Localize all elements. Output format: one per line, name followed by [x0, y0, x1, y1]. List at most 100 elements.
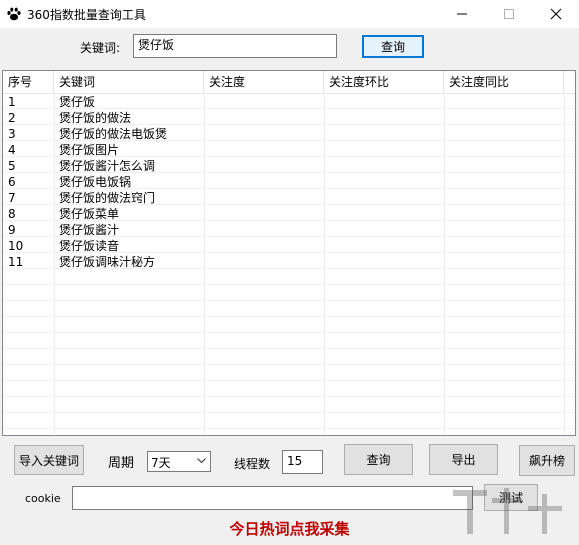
cookie-input[interactable]	[72, 486, 473, 510]
table-row[interactable]: 9 煲仔饭酱汁	[3, 222, 575, 238]
cell-attention-yoy	[444, 158, 575, 174]
chevron-down-icon	[197, 458, 206, 464]
table-row[interactable]: 4 煲仔饭图片	[3, 142, 575, 158]
cell-attention	[204, 110, 324, 126]
cell-attention	[204, 254, 324, 270]
header-attention-yoy[interactable]: 关注度同比	[444, 71, 564, 93]
close-button[interactable]	[533, 0, 579, 28]
cell-attention-mom	[324, 222, 444, 238]
cell-keyword: 煲仔饭的做法窍门	[59, 191, 156, 205]
cell-attention-yoy	[444, 174, 575, 190]
cell-attention	[204, 222, 324, 238]
grid-row-line	[3, 412, 575, 413]
header-attention-mom[interactable]: 关注度环比	[324, 71, 444, 93]
table-row[interactable]: 2 煲仔饭的做法	[3, 110, 575, 126]
grid-row-line	[3, 332, 575, 333]
paw-icon	[7, 7, 21, 21]
export-button[interactable]: 导出	[429, 444, 498, 475]
table-row[interactable]: 5 煲仔饭酱汁怎么调	[3, 158, 575, 174]
cell-attention-mom	[324, 94, 444, 110]
grid-row-line	[3, 284, 575, 285]
cell-attention-mom	[324, 126, 444, 142]
cell-index: 11	[8, 255, 24, 269]
title-bar: 360指数批量查询工具	[0, 0, 579, 28]
query-button[interactable]: 查询	[344, 444, 413, 475]
threads-label: 线程数	[234, 457, 271, 471]
cell-attention-yoy	[444, 94, 575, 110]
watermark-logo	[453, 488, 562, 534]
cell-attention-mom	[324, 238, 444, 254]
cell-keyword: 煲仔饭酱汁	[59, 223, 120, 237]
cell-index: 4	[8, 143, 16, 157]
cell-attention-mom	[324, 206, 444, 222]
cell-attention-mom	[324, 174, 444, 190]
cell-attention-mom	[324, 190, 444, 206]
cell-keyword: 煲仔饭菜单	[59, 207, 120, 221]
maximize-button[interactable]	[486, 0, 532, 28]
cell-index: 3	[8, 127, 16, 141]
table-row[interactable]: 11 煲仔饭调味汁秘方	[3, 254, 575, 270]
minimize-icon	[457, 13, 467, 15]
header-attention[interactable]: 关注度	[204, 71, 324, 93]
cell-attention	[204, 238, 324, 254]
cell-attention-yoy	[444, 142, 575, 158]
maximize-icon	[504, 9, 514, 19]
minimize-button[interactable]	[439, 0, 485, 28]
grid-row-line	[3, 364, 575, 365]
cell-attention	[204, 174, 324, 190]
keyword-label: 关键词:	[80, 41, 121, 55]
table-row[interactable]: 10 煲仔饭读音	[3, 238, 575, 254]
cell-index: 2	[8, 111, 16, 125]
cell-attention	[204, 158, 324, 174]
table-row[interactable]: 1 煲仔饭	[3, 94, 575, 110]
cell-keyword: 煲仔饭电饭锅	[59, 175, 132, 189]
cell-attention	[204, 126, 324, 142]
header-index[interactable]: 序号	[3, 71, 54, 93]
cell-keyword: 煲仔饭的做法电饭煲	[59, 127, 168, 141]
period-value: 7天	[151, 456, 171, 470]
cell-attention-mom	[324, 158, 444, 174]
close-icon	[550, 8, 562, 20]
cell-index: 1	[8, 95, 16, 109]
cell-index: 10	[8, 239, 24, 253]
header-keyword[interactable]: 关键词	[54, 71, 204, 93]
table-header: 序号 关键词 关注度 关注度环比 关注度同比	[3, 71, 575, 94]
cell-attention-yoy	[444, 238, 575, 254]
cell-keyword: 煲仔饭的做法	[59, 111, 132, 125]
cell-index: 9	[8, 223, 16, 237]
rank-button[interactable]: 飙升榜	[519, 445, 575, 476]
threads-input[interactable]: 15	[282, 450, 323, 474]
period-select[interactable]: 7天	[147, 451, 211, 472]
cell-index: 5	[8, 159, 16, 173]
cell-attention-mom	[324, 142, 444, 158]
cell-attention-yoy	[444, 110, 575, 126]
table-row[interactable]: 8 煲仔饭菜单	[3, 206, 575, 222]
table-row[interactable]: 7 煲仔饭的做法窍门	[3, 190, 575, 206]
keyword-input[interactable]: 煲仔饭	[133, 34, 337, 58]
cell-keyword: 煲仔饭图片	[59, 143, 120, 157]
cookie-label: cookie	[25, 492, 61, 505]
cell-keyword: 煲仔饭调味汁秘方	[59, 255, 156, 269]
grid-row-line	[3, 316, 575, 317]
cell-attention-yoy	[444, 126, 575, 142]
cell-attention-yoy	[444, 206, 575, 222]
grid-row-line	[3, 348, 575, 349]
grid-row-line	[3, 380, 575, 381]
grid-row-line	[3, 396, 575, 397]
cell-attention-yoy	[444, 190, 575, 206]
cell-keyword: 煲仔饭酱汁怎么调	[59, 159, 156, 173]
cell-attention-yoy	[444, 222, 575, 238]
search-query-button[interactable]: 查询	[362, 35, 424, 58]
table-row[interactable]: 6 煲仔饭电饭锅	[3, 174, 575, 190]
table-row[interactable]: 3 煲仔饭的做法电饭煲	[3, 126, 575, 142]
import-keywords-button[interactable]: 导入关键词	[14, 445, 84, 475]
cell-attention	[204, 94, 324, 110]
grid-row-line	[3, 428, 575, 429]
cell-attention	[204, 190, 324, 206]
window-title: 360指数批量查询工具	[27, 8, 146, 22]
results-table[interactable]: 序号 关键词 关注度 关注度环比 关注度同比 1 煲仔饭 2 煲仔饭的做法 3 煲仔饭的做…	[2, 70, 576, 436]
cell-attention	[204, 206, 324, 222]
cell-attention-yoy	[444, 254, 575, 270]
cell-index: 8	[8, 207, 16, 221]
grid-row-line	[3, 300, 575, 301]
